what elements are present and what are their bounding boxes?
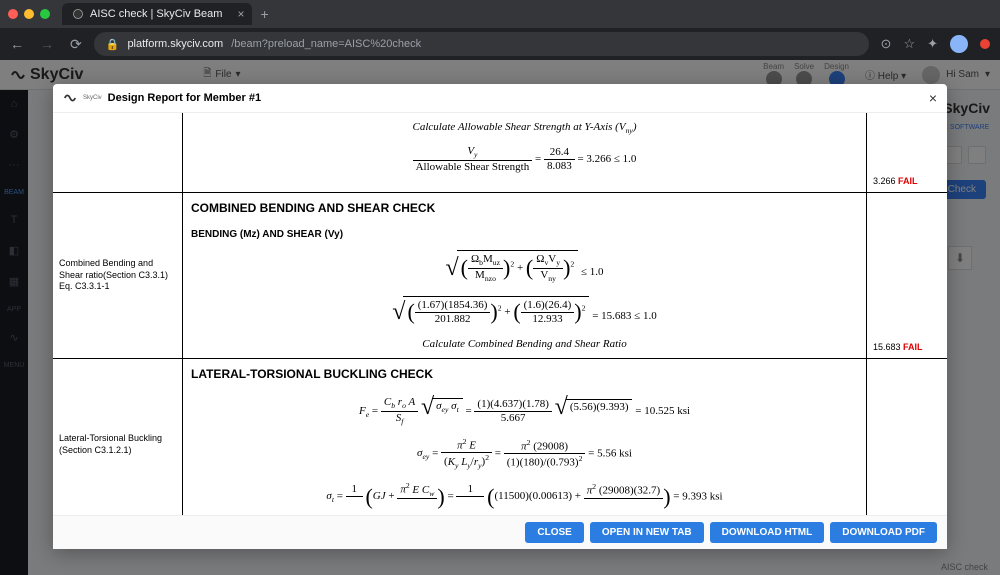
row3-result xyxy=(867,359,947,515)
url-input[interactable]: 🔒 platform.skyciv.com/beam?preload_name=… xyxy=(94,32,869,56)
window-minimize[interactable] xyxy=(24,9,34,19)
window-maximize[interactable] xyxy=(40,9,50,19)
profile-avatar[interactable] xyxy=(950,35,968,53)
design-report-modal: SkyCiv Design Report for Member #1 × Cal… xyxy=(53,84,947,549)
url-host: platform.skyciv.com xyxy=(127,38,223,50)
modal-title: SkyCiv Design Report for Member #1 xyxy=(63,91,261,105)
browser-tab[interactable]: AISC check | SkyCiv Beam × xyxy=(62,3,252,25)
search-icon[interactable]: ⊙ xyxy=(881,36,892,52)
lock-icon: 🔒 xyxy=(106,38,120,51)
modal-body: Calculate Allowable Shear Strength at Y-… xyxy=(53,113,947,515)
nav-reload-icon[interactable]: ⟳ xyxy=(70,36,82,53)
report-row-combined: Combined Bending and Shear ratio(Section… xyxy=(53,193,947,359)
browser-chrome: AISC check | SkyCiv Beam × + ← → ⟳ 🔒 pla… xyxy=(0,0,1000,60)
download-html-button[interactable]: DOWNLOAD HTML xyxy=(710,522,825,543)
modal-footer: CLOSE OPEN IN NEW TAB DOWNLOAD HTML DOWN… xyxy=(53,515,947,549)
row1-caption: Calculate Allowable Shear Strength at Y-… xyxy=(191,121,858,135)
report-row-ltb: Lateral-Torsional Buckling (Section C3.1… xyxy=(53,359,947,515)
row2-title: COMBINED BENDING AND SHEAR CHECK xyxy=(191,201,858,215)
row3-eq1: Fe = Cb ro ASf σey σt = (1)(4.637)(1.78)… xyxy=(191,395,858,427)
row3-content: LATERAL-TORSIONAL BUCKLING CHECK Fe = Cb… xyxy=(183,359,867,515)
row1-result: 3.266 FAIL xyxy=(867,113,947,192)
row3-eq2: σey = π2 E(Ky Ly/ry)2 = π2 (29008)(1)(18… xyxy=(191,437,858,471)
skyciv-logo-icon xyxy=(63,91,77,105)
row2-caption: Calculate Combined Bending and Shear Rat… xyxy=(191,338,858,350)
row2-label: Combined Bending and Shear ratio(Section… xyxy=(53,193,183,358)
nav-back-icon[interactable]: ← xyxy=(10,36,24,53)
open-new-tab-button[interactable]: OPEN IN NEW TAB xyxy=(590,522,704,543)
nav-forward-icon[interactable]: → xyxy=(40,36,54,53)
tab-favicon xyxy=(72,8,84,20)
row3-label: Lateral-Torsional Buckling (Section C3.1… xyxy=(53,359,183,515)
row2-content: COMBINED BENDING AND SHEAR CHECK BENDING… xyxy=(183,193,867,358)
modal-header: SkyCiv Design Report for Member #1 × xyxy=(53,84,947,113)
row3-title: LATERAL-TORSIONAL BUCKLING CHECK xyxy=(191,367,858,381)
report-row-shear-y: Calculate Allowable Shear Strength at Y-… xyxy=(53,113,947,193)
row2-subtitle: BENDING (Mz) AND SHEAR (Vy) xyxy=(191,229,858,240)
window-controls xyxy=(8,9,50,19)
download-pdf-button[interactable]: DOWNLOAD PDF xyxy=(830,522,937,543)
row1-equation: VyAllowable Shear Strength = 26.48.083 =… xyxy=(191,145,858,174)
extensions-icon[interactable]: ✦ xyxy=(927,36,938,52)
close-button[interactable]: CLOSE xyxy=(525,522,583,543)
row1-label xyxy=(53,113,183,192)
tab-title: AISC check | SkyCiv Beam xyxy=(90,8,222,20)
row1-content: Calculate Allowable Shear Strength at Y-… xyxy=(183,113,867,192)
bookmark-icon[interactable]: ☆ xyxy=(903,36,915,52)
tab-close-icon[interactable]: × xyxy=(237,7,244,21)
window-close[interactable] xyxy=(8,9,18,19)
modal-close-button[interactable]: × xyxy=(929,90,937,106)
row2-eq1: ΩbMuzMnzo2 + ΩvVyVny2 ≤ 1.0 xyxy=(191,250,858,286)
tab-bar: AISC check | SkyCiv Beam × + xyxy=(0,0,1000,28)
notification-dot[interactable] xyxy=(980,39,990,49)
address-bar: ← → ⟳ 🔒 platform.skyciv.com/beam?preload… xyxy=(0,28,1000,60)
url-path: /beam?preload_name=AISC%20check xyxy=(231,38,421,50)
row3-eq3: σt = 1 GJ + π2 E Cw = 1 (11500)(0.00613)… xyxy=(191,481,858,513)
modal-overlay: SkyCiv Design Report for Member #1 × Cal… xyxy=(0,60,1000,575)
row2-result: 15.683 FAIL xyxy=(867,193,947,358)
row2-eq2: (1.67)(1854.36)201.8822 + (1.6)(26.4)12.… xyxy=(191,296,858,328)
new-tab-button[interactable]: + xyxy=(260,6,268,22)
